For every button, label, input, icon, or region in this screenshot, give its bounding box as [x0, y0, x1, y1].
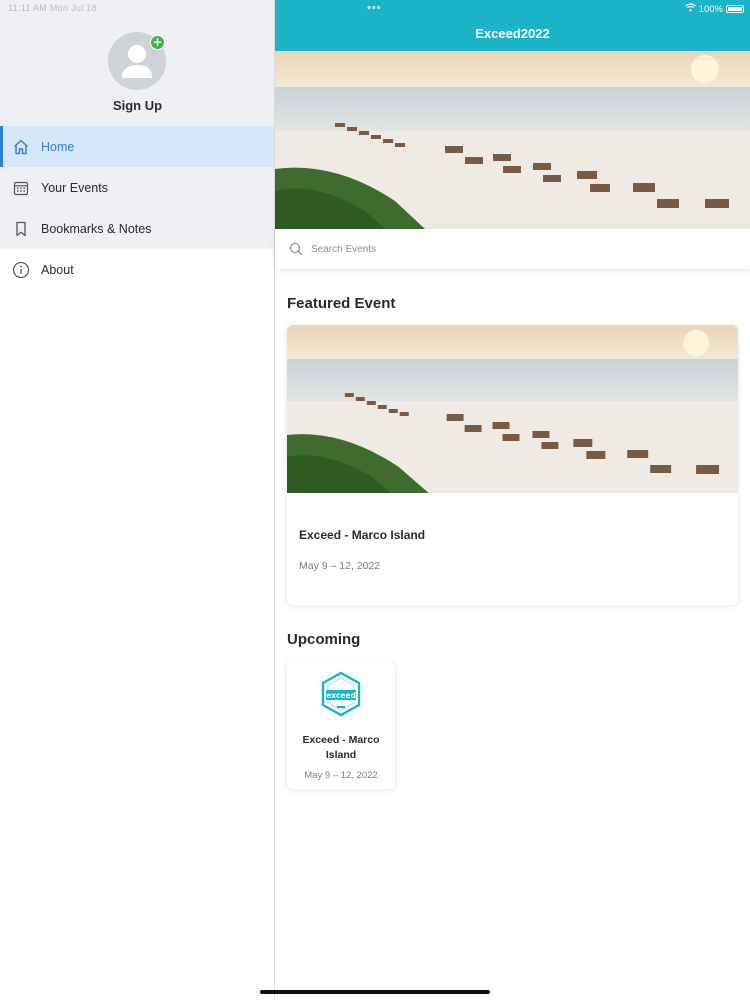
home-icon: [12, 138, 30, 156]
featured-event-name: Exceed - Marco Island: [299, 528, 426, 542]
home-indicator[interactable]: [260, 990, 490, 994]
beach-photo: [275, 51, 750, 229]
upcoming-event-date: May 9 – 12, 2022: [304, 770, 378, 781]
upcoming-event-name: Exceed - Marco Island: [302, 734, 380, 761]
info-icon: [12, 261, 30, 279]
sidebar-item-label: Home: [41, 139, 75, 154]
battery-percent: 100%: [698, 3, 723, 15]
beach-photo: [287, 325, 738, 493]
calendar-icon: [12, 179, 30, 197]
sidebar-item-label: Your Events: [41, 180, 108, 195]
battery-icon: [726, 5, 744, 13]
sidebar-nav: Home Your Events Bookmarks & Notes About: [0, 126, 274, 290]
sign-up-link[interactable]: Sign Up: [0, 98, 275, 113]
svg-text:exceed: exceed: [326, 691, 356, 700]
status-time: 11:11 AM Mon Jul 18: [8, 3, 97, 13]
exceed-logo: exceed: [317, 670, 365, 718]
header-bar: ••• 100% Exceed2022: [275, 0, 750, 51]
sidebar-item-label: About: [41, 262, 74, 277]
add-profile-icon[interactable]: +: [150, 35, 165, 50]
status-battery: 100%: [684, 3, 744, 15]
sidebar-item-label: Bookmarks & Notes: [41, 221, 152, 236]
sidebar-item-your-events[interactable]: Your Events: [0, 167, 274, 208]
featured-section-title: Featured Event: [287, 295, 396, 312]
search-bar[interactable]: Search Events: [275, 229, 750, 269]
sidebar-item-home[interactable]: Home: [0, 126, 274, 167]
sidebar-item-bookmarks-notes[interactable]: Bookmarks & Notes: [0, 208, 274, 249]
wifi-icon: [684, 3, 696, 15]
featured-event-image: [287, 325, 738, 493]
upcoming-event-card[interactable]: exceed Exceed - Marco Island May 9 – 12,…: [287, 661, 395, 789]
upcoming-section-title: Upcoming: [287, 631, 361, 648]
sidebar: 11:11 AM Mon Jul 18 + Sign Up Home Your …: [0, 0, 275, 1000]
search-icon: [289, 242, 303, 256]
featured-event-date: May 9 – 12, 2022: [299, 560, 381, 572]
main-content: ••• 100% Exceed2022 Search Events Featur…: [275, 0, 750, 1000]
sidebar-item-about[interactable]: About: [0, 249, 274, 290]
search-input[interactable]: Search Events: [311, 244, 376, 255]
profile-header: 11:11 AM Mon Jul 18 + Sign Up: [0, 0, 274, 126]
page-title: Exceed2022: [475, 26, 550, 41]
hero-image: [275, 51, 750, 229]
featured-event-card[interactable]: Exceed - Marco Island May 9 – 12, 2022: [287, 325, 738, 605]
multitask-dots[interactable]: •••: [367, 2, 382, 14]
bookmark-icon: [12, 220, 30, 238]
